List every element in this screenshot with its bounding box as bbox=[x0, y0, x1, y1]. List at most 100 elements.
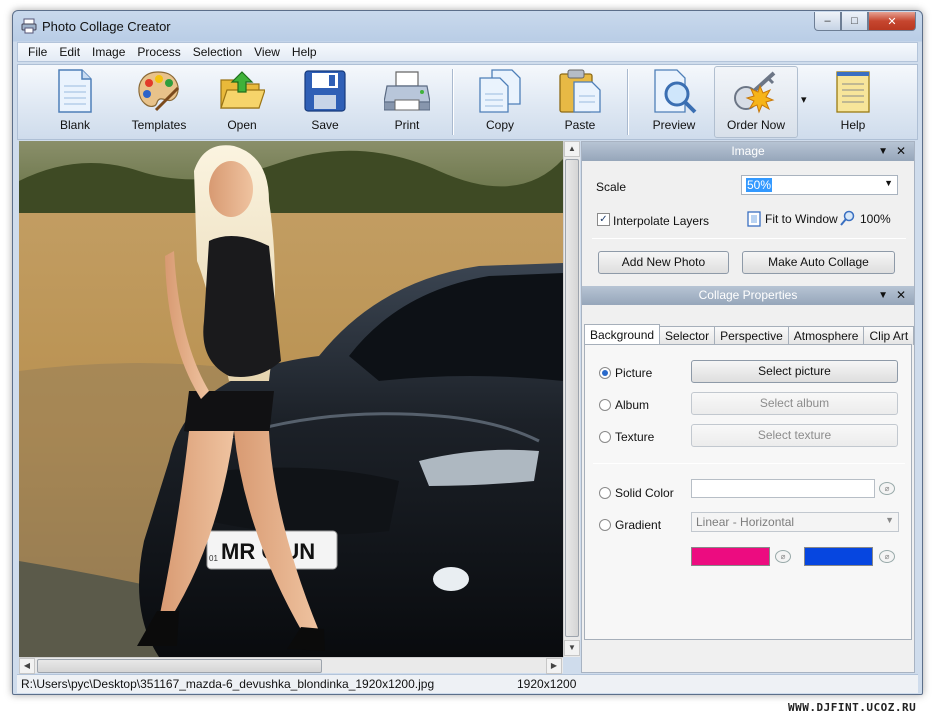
divider bbox=[592, 238, 906, 239]
menu-file[interactable]: File bbox=[22, 45, 53, 59]
zoom-100-link[interactable]: 100% bbox=[860, 212, 891, 226]
help-document-icon bbox=[836, 71, 870, 113]
open-button[interactable]: Open bbox=[217, 67, 267, 137]
collage-tabs: Background Selector Perspective Atmosphe… bbox=[584, 324, 915, 345]
order-now-dropdown[interactable]: ▾ bbox=[801, 93, 807, 106]
fit-to-window-link[interactable]: Fit to Window bbox=[765, 212, 838, 226]
scroll-up-arrow[interactable]: ▲ bbox=[564, 141, 580, 157]
order-now-button[interactable]: Order Now bbox=[726, 67, 786, 137]
menu-view[interactable]: View bbox=[248, 45, 286, 59]
select-album-button[interactable]: Select album bbox=[691, 392, 898, 415]
folder-open-icon bbox=[220, 71, 265, 109]
gradient-type-select[interactable]: Linear - Horizontal ▼ bbox=[691, 512, 899, 532]
tab-background[interactable]: Background bbox=[584, 324, 661, 345]
properties-panel-area: Image ▼ ✕ Scale 50% ▼ ✓ Interpolate Laye… bbox=[581, 141, 915, 673]
chevron-down-icon: ▼ bbox=[884, 178, 893, 188]
window-title: Photo Collage Creator bbox=[42, 19, 171, 34]
help-label: Help bbox=[840, 118, 866, 132]
select-texture-button[interactable]: Select texture bbox=[691, 424, 898, 447]
tab-atmosphere[interactable]: Atmosphere bbox=[787, 326, 865, 345]
gradient-type-value: Linear - Horizontal bbox=[696, 515, 795, 529]
gradient-label: Gradient bbox=[615, 518, 662, 532]
print-label: Print bbox=[394, 118, 420, 132]
solid-color-label: Solid Color bbox=[615, 486, 674, 500]
menu-edit[interactable]: Edit bbox=[53, 45, 86, 59]
preview-button[interactable]: Preview bbox=[646, 67, 702, 137]
blank-document-icon bbox=[58, 69, 92, 113]
toolbar-separator bbox=[452, 69, 453, 135]
texture-label: Texture bbox=[615, 430, 655, 444]
album-radio[interactable] bbox=[599, 399, 611, 411]
save-label: Save bbox=[311, 118, 339, 132]
help-button[interactable]: Help bbox=[828, 67, 878, 137]
blank-label: Blank bbox=[59, 118, 91, 132]
interpolate-layers-checkbox[interactable]: ✓ bbox=[597, 213, 610, 226]
canvas-horizontal-scrollbar[interactable]: ◀ ▶ bbox=[19, 657, 563, 674]
paste-button[interactable]: Paste bbox=[555, 67, 605, 137]
zoom-actual-icon bbox=[840, 210, 855, 226]
printer-app-icon bbox=[21, 18, 37, 34]
eyedropper-icon[interactable]: ⌀ bbox=[879, 482, 895, 495]
texture-radio[interactable] bbox=[599, 431, 611, 443]
panel-collapse-icon[interactable]: ▼ bbox=[878, 286, 888, 305]
add-new-photo-button[interactable]: Add New Photo bbox=[598, 251, 729, 274]
status-bar: R:\Users\рус\Desktop\351167_mazda-6_devu… bbox=[17, 674, 918, 693]
app-window: Photo Collage Creator – □ ✕ File Edit Im… bbox=[12, 10, 923, 695]
eyedropper-icon[interactable]: ⌀ bbox=[879, 550, 895, 563]
tab-selector[interactable]: Selector bbox=[659, 326, 716, 345]
menu-process[interactable]: Process bbox=[131, 45, 186, 59]
canvas-vertical-scrollbar[interactable]: ▲ ▼ bbox=[563, 141, 580, 657]
key-burst-icon bbox=[734, 71, 776, 114]
blank-button[interactable]: Blank bbox=[50, 67, 100, 137]
scroll-left-arrow[interactable]: ◀ bbox=[19, 658, 35, 674]
collage-properties-header: Collage Properties ▼ ✕ bbox=[582, 286, 914, 305]
menu-help[interactable]: Help bbox=[286, 45, 323, 59]
order-now-label: Order Now bbox=[726, 118, 785, 132]
gradient-color-2-swatch[interactable] bbox=[804, 547, 873, 566]
scroll-right-arrow[interactable]: ▶ bbox=[546, 658, 562, 674]
main-toolbar: Blank Templates Open Save Print Copy Pas… bbox=[17, 64, 918, 140]
tab-perspective[interactable]: Perspective bbox=[714, 326, 789, 345]
toolbar-separator bbox=[627, 69, 628, 135]
make-auto-collage-button[interactable]: Make Auto Collage bbox=[742, 251, 895, 274]
eyedropper-icon[interactable]: ⌀ bbox=[775, 550, 791, 563]
menu-selection[interactable]: Selection bbox=[187, 45, 248, 59]
collage-canvas[interactable]: MR C UN 01 bbox=[19, 141, 563, 657]
print-button[interactable]: Print bbox=[382, 67, 432, 137]
menu-image[interactable]: Image bbox=[86, 45, 131, 59]
horizontal-scroll-thumb[interactable] bbox=[37, 659, 322, 673]
minimize-button[interactable]: – bbox=[814, 12, 841, 31]
scroll-down-arrow[interactable]: ▼ bbox=[564, 640, 580, 656]
select-picture-button[interactable]: Select picture bbox=[691, 360, 898, 383]
chevron-down-icon: ▼ bbox=[885, 515, 894, 525]
solid-color-swatch[interactable] bbox=[691, 479, 875, 498]
license-plate-code: 01 bbox=[209, 554, 218, 563]
interpolate-layers-label: Interpolate Layers bbox=[613, 214, 710, 228]
image-panel-header: Image ▼ ✕ bbox=[582, 142, 914, 161]
vertical-scroll-thumb[interactable] bbox=[565, 159, 579, 637]
collage-properties-title: Collage Properties bbox=[698, 288, 798, 302]
copy-button[interactable]: Copy bbox=[472, 67, 528, 137]
save-button[interactable]: Save bbox=[300, 67, 350, 137]
templates-button[interactable]: Templates bbox=[132, 67, 186, 137]
gradient-radio[interactable] bbox=[599, 519, 611, 531]
gradient-color-1-swatch[interactable] bbox=[691, 547, 770, 566]
panel-close-icon[interactable]: ✕ bbox=[896, 142, 906, 161]
scale-value: 50% bbox=[746, 178, 773, 192]
floppy-disk-icon bbox=[304, 70, 346, 112]
status-file-path: R:\Users\рус\Desktop\351167_mazda-6_devu… bbox=[21, 677, 435, 691]
open-label: Open bbox=[227, 118, 257, 132]
picture-radio[interactable] bbox=[599, 367, 611, 379]
paste-label: Paste bbox=[564, 118, 596, 132]
tab-clip-art[interactable]: Clip Art bbox=[863, 326, 915, 345]
fit-window-icon bbox=[747, 211, 761, 227]
site-watermark: WWW.DJFINT.UCOZ.RU bbox=[788, 701, 917, 714]
close-button[interactable]: ✕ bbox=[868, 12, 916, 31]
solid-color-radio[interactable] bbox=[599, 487, 611, 499]
maximize-button[interactable]: □ bbox=[841, 12, 868, 31]
panel-close-icon[interactable]: ✕ bbox=[896, 286, 906, 305]
scale-combobox[interactable]: 50% ▼ bbox=[741, 175, 898, 195]
image-panel-title: Image bbox=[731, 144, 765, 158]
magnifier-preview-icon bbox=[654, 69, 697, 114]
panel-collapse-icon[interactable]: ▼ bbox=[878, 142, 888, 161]
